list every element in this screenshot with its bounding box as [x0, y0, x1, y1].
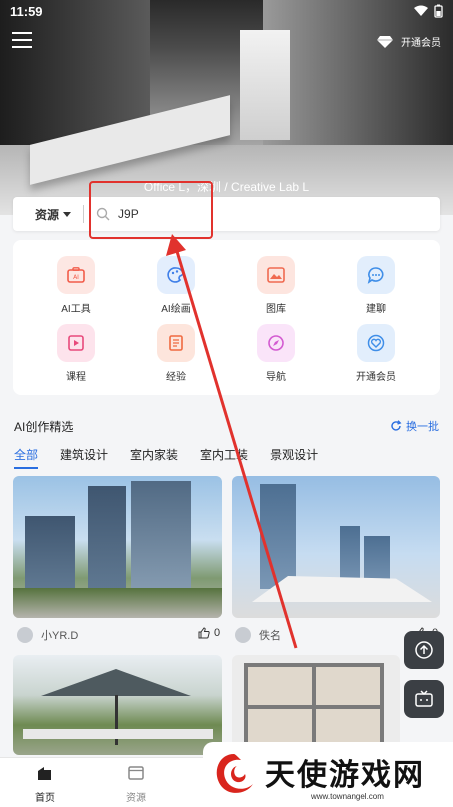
like-button[interactable]: 0: [198, 627, 220, 639]
tool-ai-tool[interactable]: AI AI工具: [41, 256, 111, 315]
nav-resources[interactable]: 资源: [106, 764, 166, 804]
tv-icon: [415, 690, 433, 707]
search-category-label: 资源: [35, 207, 60, 222]
hero-window: [240, 30, 290, 140]
tool-vip[interactable]: 开通会员: [341, 324, 411, 383]
ai-paint-icon: [157, 256, 195, 294]
tool-label: 导航: [266, 372, 286, 383]
angel-logo-icon: [216, 754, 253, 793]
course-icon: [57, 324, 95, 362]
card-image[interactable]: [13, 476, 222, 618]
avatar: [17, 627, 33, 643]
wifi-icon: [414, 5, 428, 16]
tool-chat[interactable]: 建聊: [341, 256, 411, 315]
nav-label: 资源: [126, 793, 146, 804]
tab-all[interactable]: 全部: [14, 446, 39, 469]
hero-caption: Office L，深圳 / Creative Lab L: [143, 180, 310, 194]
annotation-highlight-box: [89, 181, 213, 239]
battery-icon: [434, 4, 443, 18]
category-tabs: 全部 建筑设计 室内家装 室内工装 景观设计: [14, 446, 318, 469]
search-category-select[interactable]: 资源: [13, 206, 81, 223]
app-screen: { "status": { "time": "11:59" }, "header…: [0, 0, 453, 807]
gallery-icon: [257, 256, 295, 294]
book-icon: [157, 324, 195, 362]
tool-label: AI绘画: [161, 304, 191, 315]
tool-experience[interactable]: 经验: [141, 324, 211, 383]
tool-label: 图库: [266, 304, 286, 315]
refresh-button[interactable]: 换一批: [390, 418, 439, 434]
tool-label: AI工具: [61, 304, 91, 315]
tab-home-interior[interactable]: 室内家装: [130, 446, 178, 469]
tool-navigation[interactable]: 导航: [241, 324, 311, 383]
watermark-text: 天使游戏网: [265, 758, 425, 793]
arrow-up-circle-icon: [415, 641, 433, 659]
like-count: 0: [214, 627, 221, 639]
refresh-icon: [391, 420, 402, 431]
search-divider: [83, 205, 85, 223]
tv-button[interactable]: [404, 680, 444, 718]
diamond-icon: [377, 35, 393, 48]
folder-icon: [128, 766, 144, 780]
avatar: [235, 627, 251, 643]
scroll-top-button[interactable]: [404, 631, 444, 669]
chat-icon: [357, 256, 395, 294]
tool-gallery[interactable]: 图库: [241, 256, 311, 315]
ai-tool-icon: AI: [57, 256, 95, 294]
nav-home[interactable]: 首页: [15, 764, 75, 804]
vip-heart-icon: [357, 324, 395, 362]
tab-commercial-interior[interactable]: 室内工装: [200, 446, 248, 469]
tool-ai-paint[interactable]: AI绘画: [141, 256, 211, 315]
caret-down-icon: [63, 211, 72, 217]
card-image[interactable]: [232, 655, 400, 755]
tool-label: 课程: [66, 372, 86, 383]
refresh-label: 换一批: [406, 421, 439, 433]
home-building-icon: [38, 767, 51, 780]
vip-link[interactable]: 开通会员: [377, 34, 441, 49]
tool-label: 经验: [166, 372, 186, 383]
author-name: 小YR.D: [41, 630, 79, 642]
hero-banner[interactable]: Office L，深圳 / Creative Lab L: [0, 0, 453, 215]
card-image[interactable]: [13, 655, 222, 755]
card-author[interactable]: 小YR.D: [17, 627, 78, 643]
search-bar[interactable]: 资源 J9P: [13, 197, 440, 231]
watermark-url: www.townangel.com: [311, 792, 384, 801]
section-title: AI创作精选: [14, 420, 74, 434]
tab-architecture[interactable]: 建筑设计: [60, 446, 108, 469]
vip-link-label: 开通会员: [401, 38, 441, 49]
thumbs-up-icon: [198, 627, 210, 639]
tool-label: 建聊: [366, 304, 386, 315]
svg-text:AI: AI: [73, 274, 79, 281]
card-author[interactable]: 佚名: [235, 627, 281, 643]
watermark: 天使游戏网 www.townangel.com: [203, 742, 453, 807]
menu-icon[interactable]: [12, 32, 32, 48]
status-bar: 11:59: [0, 0, 453, 22]
tool-label: 开通会员: [356, 372, 396, 383]
tab-landscape[interactable]: 景观设计: [270, 446, 318, 469]
status-time: 11:59: [10, 3, 43, 19]
compass-icon: [257, 324, 295, 362]
nav-label: 首页: [35, 793, 55, 804]
tool-course[interactable]: 课程: [41, 324, 111, 383]
card-image[interactable]: [232, 476, 440, 618]
author-name: 佚名: [259, 630, 281, 642]
tool-grid: AI AI工具 AI绘画 图库 建聊 课程 经验 导航 开通会员: [13, 240, 440, 395]
